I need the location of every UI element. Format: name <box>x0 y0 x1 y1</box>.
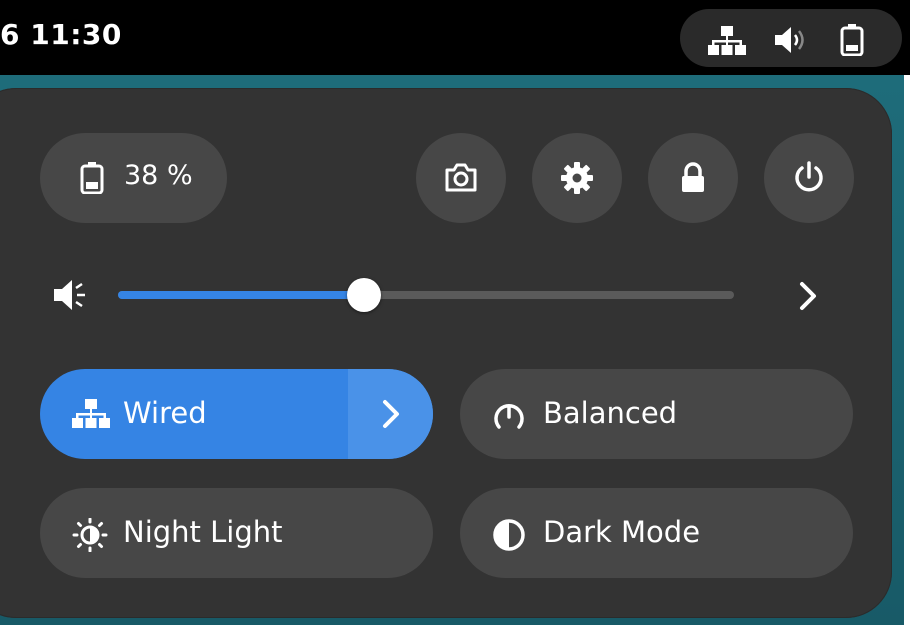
volume-slider-fill <box>118 291 365 299</box>
night-light-label: Night Light <box>123 515 283 549</box>
network-wired-icon <box>72 399 110 433</box>
volume-menu-chevron-right-icon[interactable] <box>794 280 824 312</box>
dark-mode-icon <box>492 518 526 556</box>
battery-icon <box>80 162 104 198</box>
volume-slider[interactable] <box>118 291 734 299</box>
screenshot-button[interactable] <box>416 133 506 223</box>
dark-mode-label: Dark Mode <box>543 515 701 549</box>
lock-icon <box>682 162 704 192</box>
night-light-toggle[interactable]: Night Light <box>40 488 433 578</box>
camera-icon <box>445 163 477 192</box>
wired-network-toggle[interactable]: Wired <box>40 369 433 459</box>
speaker-icon[interactable] <box>52 278 88 316</box>
power-button[interactable] <box>764 133 854 223</box>
chevron-right-icon <box>383 400 399 428</box>
battery-percentage: 38 % <box>124 160 193 191</box>
window-edge <box>904 75 910 625</box>
wired-menu-button[interactable] <box>348 369 433 459</box>
network-wired-icon <box>708 26 746 60</box>
gear-icon <box>561 162 593 194</box>
battery-status-button[interactable]: 38 % <box>40 133 227 223</box>
lock-button[interactable] <box>648 133 738 223</box>
settings-button[interactable] <box>532 133 622 223</box>
power-mode-toggle[interactable]: Balanced <box>460 369 853 459</box>
top-bar: 6 11:30 <box>0 0 910 75</box>
clock[interactable]: 6 11:30 <box>0 18 122 51</box>
battery-icon <box>840 24 864 60</box>
power-profile-icon <box>492 399 526 435</box>
night-light-icon <box>72 517 108 556</box>
wired-toggle-label: Wired <box>123 396 207 430</box>
power-mode-label: Balanced <box>543 396 678 430</box>
volume-icon <box>773 26 809 58</box>
system-status-area[interactable] <box>680 9 902 67</box>
power-icon <box>795 161 823 192</box>
dark-mode-toggle[interactable]: Dark Mode <box>460 488 853 578</box>
